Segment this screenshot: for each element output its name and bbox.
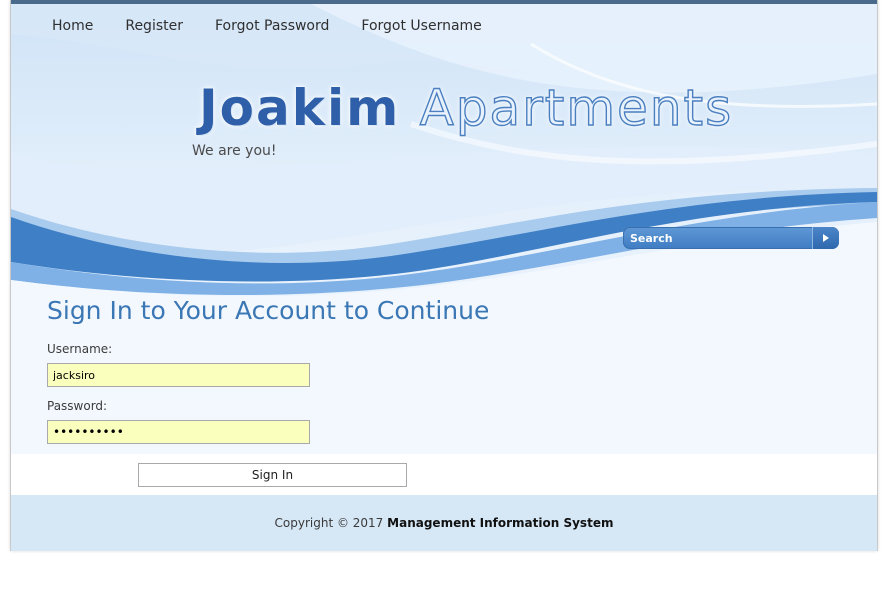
nav-forgot-password-link[interactable]: Forgot Password <box>215 17 329 37</box>
search-box <box>623 227 839 249</box>
nav-register-link[interactable]: Register <box>125 17 183 37</box>
search-input[interactable] <box>623 227 811 249</box>
nav-home-link[interactable]: Home <box>52 17 93 37</box>
footer-org-name: Management Information System <box>387 516 614 530</box>
footer-copyright: Copyright © 2017 Management Information … <box>11 516 877 530</box>
site-title-part2: Apartments <box>419 78 734 137</box>
signin-heading: Sign In to Your Account to Continue <box>47 296 490 325</box>
username-field[interactable] <box>47 363 310 387</box>
play-arrow-icon <box>823 234 829 242</box>
site-title: Joakim Apartments <box>199 78 733 138</box>
page-frame: Home Register Forgot Password Forgot Use… <box>10 0 878 551</box>
footer: Copyright © 2017 Management Information … <box>11 495 877 551</box>
site-tagline: We are you! <box>192 143 277 159</box>
password-field[interactable] <box>47 420 310 444</box>
password-label: Password: <box>47 399 108 413</box>
signin-button[interactable]: Sign In <box>138 463 407 487</box>
search-button[interactable] <box>812 227 839 249</box>
nav-forgot-username-link[interactable]: Forgot Username <box>361 17 481 37</box>
site-title-part1: Joakim <box>199 79 401 137</box>
username-label: Username: <box>47 342 113 356</box>
top-navigation: Home Register Forgot Password Forgot Use… <box>52 17 514 37</box>
copyright-text: Copyright © 2017 <box>274 516 384 530</box>
